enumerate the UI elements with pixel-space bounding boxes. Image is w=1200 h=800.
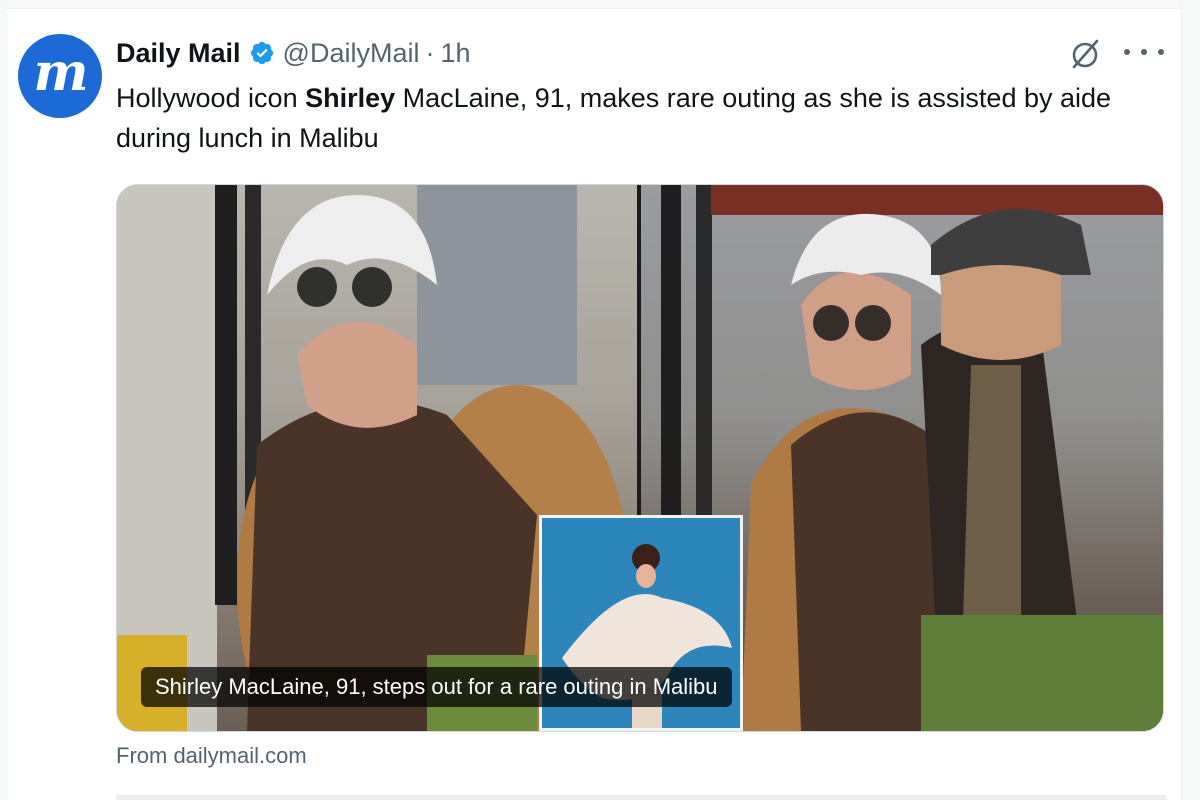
more-options-icon[interactable]: [1124, 38, 1164, 66]
verified-badge-icon[interactable]: [249, 40, 275, 66]
header-separator: ·: [425, 37, 435, 68]
post-header: Daily Mail @DailyMail · 1h: [116, 36, 471, 70]
post-text-bold: Shirley: [305, 83, 396, 113]
media-caption: Shirley MacLaine, 91, steps out for a ra…: [141, 667, 732, 707]
avatar-logo: m: [33, 42, 88, 103]
card-source-link[interactable]: From dailymail.com: [116, 743, 307, 769]
more-dot: [1158, 49, 1164, 55]
more-dot: [1124, 49, 1130, 55]
grok-icon[interactable]: [1068, 37, 1102, 71]
media-card[interactable]: Shirley MacLaine, 91, steps out for a ra…: [116, 184, 1164, 732]
author-avatar[interactable]: m: [18, 34, 102, 118]
next-post-edge: [116, 795, 1166, 800]
window-right-edge: [1181, 0, 1200, 800]
post-timestamp[interactable]: 1h: [440, 38, 470, 69]
window-left-edge: [0, 0, 7, 800]
window-top-edge: [0, 0, 1200, 9]
author-name[interactable]: Daily Mail: [116, 38, 241, 69]
more-dot: [1141, 49, 1147, 55]
post-text: Hollywood icon Shirley MacLaine, 91, mak…: [116, 78, 1166, 158]
author-handle[interactable]: @DailyMail: [283, 38, 420, 69]
post-text-start: Hollywood icon: [116, 83, 306, 113]
